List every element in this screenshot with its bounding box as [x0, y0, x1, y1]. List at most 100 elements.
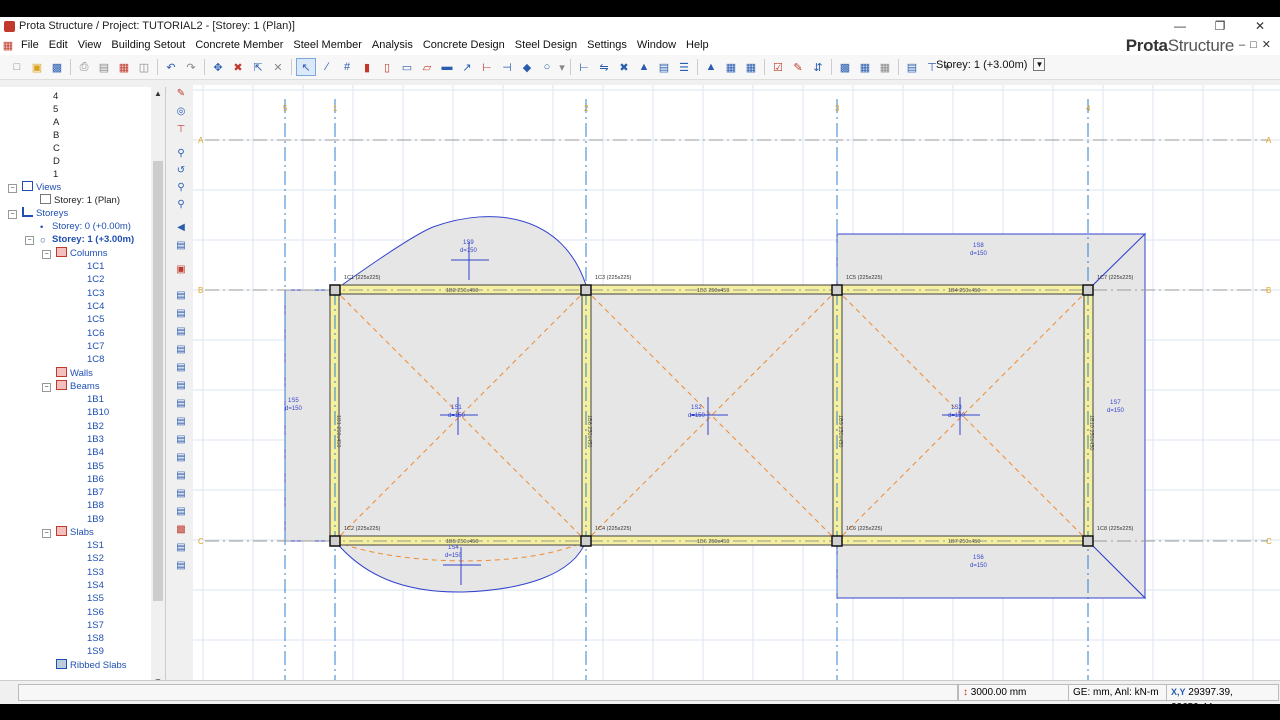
column-1c3[interactable] [580, 284, 592, 296]
save-icon[interactable]: ▩ [48, 59, 66, 75]
undo-icon[interactable]: ↶ [162, 59, 180, 75]
tree-axis-1[interactable]: 1 [53, 168, 58, 181]
tree-beam-1b9[interactable]: 1B9 [87, 513, 104, 526]
mdi-window-controls[interactable]: –□✕ [1239, 38, 1276, 51]
menu-steel-member[interactable]: Steel Member [288, 35, 366, 55]
chevron-down-icon[interactable]: ▼ [1033, 58, 1046, 71]
report-9-icon[interactable]: ▤ [173, 433, 189, 447]
storey-selector[interactable]: Storey: 1 (+3.00m) ▼ [936, 58, 1046, 71]
report-6-icon[interactable]: ▤ [173, 379, 189, 393]
report-8-icon[interactable]: ▤ [173, 415, 189, 429]
tree-ribbed-slabs[interactable]: Ribbed Slabs [56, 659, 127, 672]
stack-icon[interactable]: ☰ [675, 59, 693, 75]
tree-column-1c6[interactable]: 1C6 [87, 327, 104, 340]
grid-3d-icon[interactable]: ▦ [742, 59, 760, 75]
column-1c7[interactable] [1082, 284, 1094, 296]
report-11-icon[interactable]: ▤ [173, 469, 189, 483]
tree-beam-1b2[interactable]: 1B2 [87, 420, 104, 433]
column-1c1[interactable] [329, 284, 341, 296]
properties-icon[interactable]: ▤ [903, 59, 921, 75]
tree-slab-1s7[interactable]: 1S7 [87, 619, 104, 632]
tree-storey-1[interactable]: ○ Storey: 1 (+3.00m) [40, 233, 134, 246]
print-preview-icon[interactable]: ▤ [95, 59, 113, 75]
column-1c8[interactable] [1082, 535, 1094, 547]
zoom-previous-icon[interactable]: ↺ [173, 164, 189, 178]
tree-beam-1b6[interactable]: 1B6 [87, 473, 104, 486]
tree-column-1c5[interactable]: 1C5 [87, 313, 104, 326]
more-dropdown-icon[interactable]: ▾ [558, 59, 566, 75]
zoom-extents-icon[interactable]: ⚲ [173, 198, 189, 212]
report-4-icon[interactable]: ▤ [173, 343, 189, 357]
pointer-icon[interactable]: ↖ [296, 58, 316, 76]
load-icon[interactable]: ▲ [635, 59, 653, 75]
table-icon[interactable]: ▦ [856, 59, 874, 75]
tree-beam-1b1[interactable]: 1B1 [87, 393, 104, 406]
align-icon[interactable]: ⇋ [595, 59, 613, 75]
tree-axis-4[interactable]: 4 [53, 90, 58, 103]
tree-slab-1s4[interactable]: 1S4 [87, 579, 104, 592]
open-folder-icon[interactable]: ▣ [28, 59, 46, 75]
tree-storeys[interactable]: Storeys [22, 207, 68, 220]
tree-view-storey1-plan[interactable]: Storey: 1 (Plan) [40, 194, 120, 207]
collapse-storey1-toggle[interactable]: − [25, 236, 34, 245]
collapse-beams-toggle[interactable]: − [42, 383, 51, 392]
slab-icon[interactable]: ▱ [418, 59, 436, 75]
check-icon[interactable]: ☑ [769, 59, 787, 75]
cancel-icon[interactable]: ✕ [269, 59, 287, 75]
slab-1s7[interactable] [1087, 232, 1146, 600]
scroll-thumb[interactable] [153, 161, 163, 601]
report-2-icon[interactable]: ▤ [173, 307, 189, 321]
wall-icon[interactable]: ▯ [378, 59, 396, 75]
column-1c6[interactable] [831, 535, 843, 547]
sort-icon[interactable]: ⇵ [809, 59, 827, 75]
tree-views[interactable]: Views [22, 181, 61, 194]
foundation-icon[interactable]: ○ [538, 59, 556, 75]
tree-beam-1b4[interactable]: 1B4 [87, 446, 104, 459]
grid-view-icon[interactable]: ▦ [876, 59, 894, 75]
move-icon[interactable]: ✥ [209, 59, 227, 75]
close-button[interactable]: ✕ [1240, 17, 1280, 35]
menu-building-setout[interactable]: Building Setout [106, 35, 190, 55]
dimension-icon[interactable]: ⊢ [575, 59, 593, 75]
tree-scrollbar[interactable]: ▲ ▼ [151, 87, 165, 691]
tree-storey-0[interactable]: • Storey: 0 (+0.00m) [40, 220, 131, 233]
checker-icon[interactable]: ▩ [836, 59, 854, 75]
menu-steel-design[interactable]: Steel Design [510, 35, 582, 55]
new-file-icon[interactable]: □ [8, 59, 26, 75]
line-icon[interactable]: ∕ [318, 59, 336, 75]
report-7-icon[interactable]: ▤ [173, 397, 189, 411]
bracing-icon[interactable]: ◆ [518, 59, 536, 75]
tree-beam-1b8[interactable]: 1B8 [87, 499, 104, 512]
tree-beam-1b10[interactable]: 1B10 [87, 406, 109, 419]
report-15-icon[interactable]: ▤ [173, 541, 189, 555]
tree-slab-1s3[interactable]: 1S3 [87, 566, 104, 579]
plan-drawing[interactable]: 5511223344AABBCC 1C1 (225x225)1C3 (225x2… [193, 85, 1280, 693]
maximize-button[interactable]: ❐ [1200, 17, 1240, 35]
menu-file[interactable]: File [16, 35, 44, 55]
x-brace-icon[interactable]: ✖ [615, 59, 633, 75]
tree-column-1c2[interactable]: 1C2 [87, 273, 104, 286]
minimize-button[interactable]: — [1160, 17, 1200, 35]
collapse-views-toggle[interactable]: − [8, 184, 17, 193]
select-filter-icon[interactable]: ⇱ [249, 59, 267, 75]
tree-slab-1s5[interactable]: 1S5 [87, 592, 104, 605]
stair-icon[interactable]: ↗ [458, 59, 476, 75]
copy-view-icon[interactable]: ▤ [173, 239, 189, 253]
report-16-icon[interactable]: ▤ [173, 559, 189, 573]
menu-edit[interactable]: Edit [44, 35, 73, 55]
grid-icon[interactable]: # [338, 59, 356, 75]
menu-concrete-design[interactable]: Concrete Design [418, 35, 510, 55]
steel-beam-icon[interactable]: ⊣ [498, 59, 516, 75]
column-1c4[interactable] [580, 535, 592, 547]
pencil-icon[interactable]: ✎ [173, 87, 189, 101]
redo-icon[interactable]: ↷ [182, 59, 200, 75]
design-icon[interactable]: ✎ [789, 59, 807, 75]
report-12-icon[interactable]: ▤ [173, 487, 189, 501]
globe-icon[interactable]: ◎ [173, 105, 189, 119]
menu-help[interactable]: Help [681, 35, 714, 55]
delete-select-icon[interactable]: ✖ [229, 59, 247, 75]
collapse-storeys-toggle[interactable]: − [8, 210, 17, 219]
tree-slab-1s8[interactable]: 1S8 [87, 632, 104, 645]
tree-slabs[interactable]: Slabs [56, 526, 94, 539]
slab-1s5[interactable] [284, 289, 336, 542]
